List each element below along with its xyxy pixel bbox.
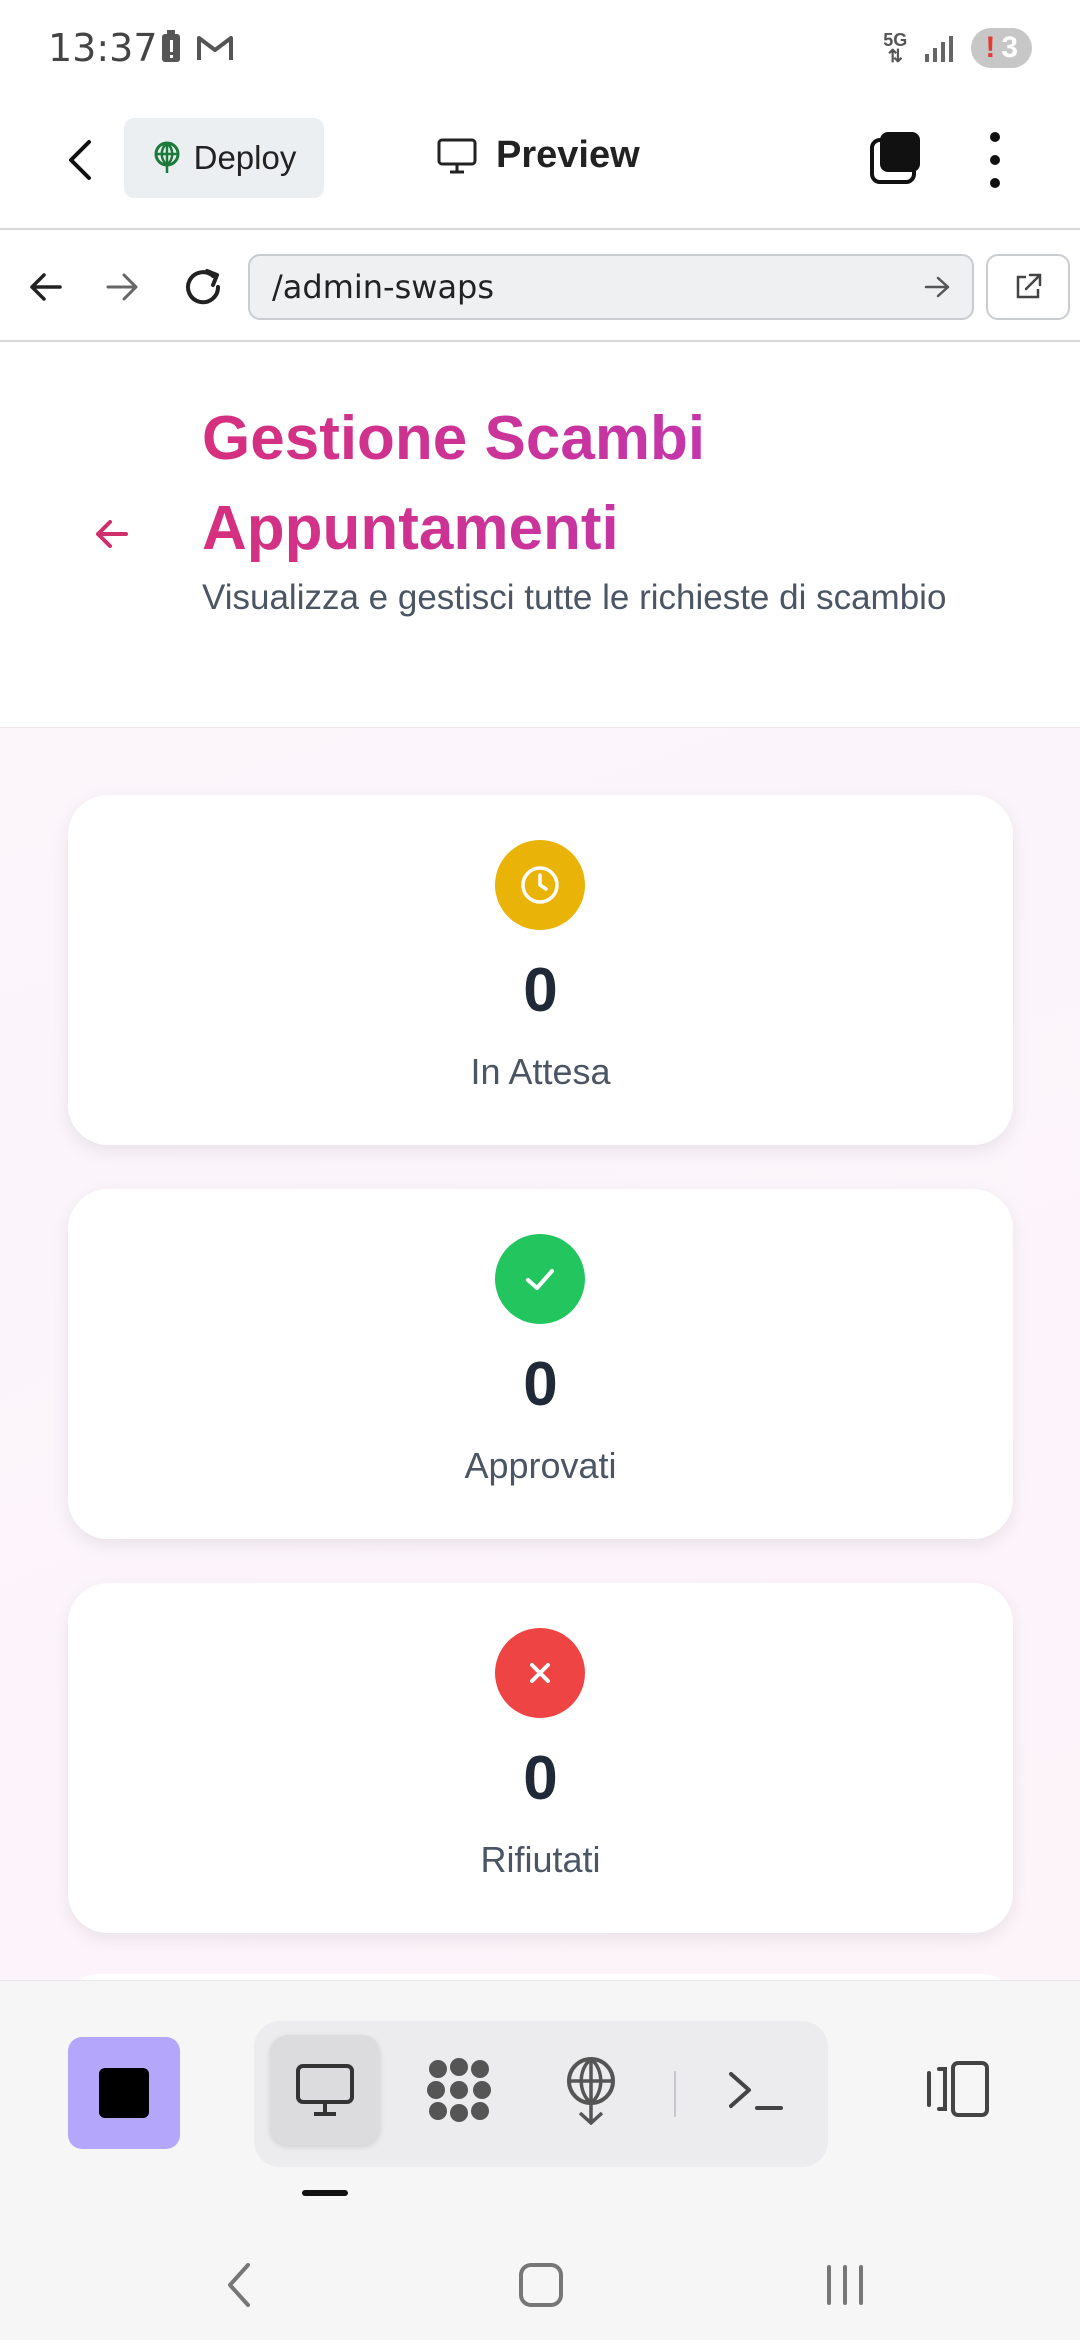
stat-value: 0 bbox=[523, 1350, 558, 1419]
check-icon bbox=[495, 1234, 585, 1324]
stat-value: 0 bbox=[523, 956, 558, 1025]
open-external-button[interactable] bbox=[986, 254, 1070, 320]
tabs-button[interactable] bbox=[866, 128, 926, 188]
preview-view-button[interactable] bbox=[270, 2035, 380, 2145]
graph-view-button[interactable] bbox=[404, 2035, 514, 2145]
stop-icon bbox=[99, 2068, 149, 2118]
app-back-button[interactable] bbox=[50, 130, 110, 190]
network-type: 5G ⇅ bbox=[883, 30, 908, 66]
stat-label: Approvati bbox=[464, 1445, 617, 1486]
more-options-button[interactable] bbox=[980, 128, 1010, 192]
arrow-left-icon bbox=[30, 273, 62, 301]
status-time: 13:37 bbox=[48, 26, 158, 70]
battery-alert-icon bbox=[162, 30, 180, 62]
preview-label: Preview bbox=[496, 134, 640, 176]
system-back-button[interactable] bbox=[204, 2250, 274, 2320]
home-square-icon bbox=[519, 2263, 563, 2307]
url-field[interactable]: /admin-swaps bbox=[248, 254, 974, 320]
notification-badge: ! 3 bbox=[971, 28, 1032, 68]
signal-icon bbox=[925, 36, 954, 62]
x-icon bbox=[495, 1628, 585, 1718]
page-header: Gestione Scambi Appuntamenti Visualizza … bbox=[0, 344, 1080, 728]
arrow-left-icon bbox=[96, 520, 128, 548]
tabs-icon bbox=[870, 132, 920, 184]
system-recents-button[interactable] bbox=[810, 2250, 880, 2320]
system-home-button[interactable] bbox=[506, 2250, 576, 2320]
url-text: /admin-swaps bbox=[272, 268, 495, 306]
browser-back-button[interactable] bbox=[18, 260, 72, 314]
go-arrow-icon[interactable] bbox=[924, 275, 952, 299]
reload-button[interactable] bbox=[176, 260, 230, 314]
chevron-left-icon bbox=[228, 2263, 250, 2307]
deploy-icon bbox=[567, 2057, 615, 2125]
page-title: Gestione Scambi Appuntamenti bbox=[202, 394, 1002, 574]
page-back-button[interactable] bbox=[90, 512, 134, 556]
stop-button[interactable] bbox=[68, 2037, 180, 2149]
device-frame-icon bbox=[927, 2061, 989, 2117]
device-toggle-button[interactable] bbox=[918, 2049, 998, 2129]
console-view-button[interactable] bbox=[700, 2035, 810, 2145]
reload-icon bbox=[186, 269, 221, 305]
deploy-button[interactable]: Deploy bbox=[124, 118, 324, 198]
deploy-label: Deploy bbox=[193, 139, 297, 176]
view-switcher bbox=[254, 2021, 828, 2167]
preview-title: Preview bbox=[436, 134, 640, 177]
page-content: Gestione Scambi Appuntamenti Visualizza … bbox=[0, 344, 1080, 1980]
recents-icon bbox=[827, 2265, 863, 2305]
stat-label: In Attesa bbox=[470, 1051, 611, 1092]
app-header: Deploy Preview bbox=[0, 100, 1080, 230]
external-link-icon bbox=[1016, 273, 1042, 299]
terminal-icon bbox=[729, 2072, 783, 2110]
arrow-right-icon bbox=[106, 273, 138, 301]
gmail-icon bbox=[197, 36, 233, 60]
system-navigation-bar bbox=[0, 2200, 1080, 2340]
stat-card-rejected: 0 Rifiutati bbox=[68, 1583, 1013, 1933]
bottom-toolbar bbox=[0, 1980, 1080, 2200]
monitor-icon bbox=[296, 2064, 354, 2116]
deploy-icon bbox=[154, 141, 180, 173]
stat-card-approved: 0 Approvati bbox=[68, 1189, 1013, 1539]
nodes-icon bbox=[427, 2058, 491, 2122]
active-tab-indicator bbox=[302, 2190, 348, 2196]
page-subtitle: Visualizza e gestisci tutte le richieste… bbox=[202, 578, 947, 617]
monitor-icon bbox=[437, 138, 477, 173]
clock-icon bbox=[495, 840, 585, 930]
stat-label: Rifiutati bbox=[480, 1839, 601, 1880]
status-bar: 13:37 5G ⇅ ! 3 bbox=[0, 0, 1080, 100]
browser-forward-button[interactable] bbox=[96, 260, 150, 314]
deploy-view-button[interactable] bbox=[536, 2035, 646, 2145]
browser-toolbar: /admin-swaps bbox=[0, 232, 1080, 342]
chevron-left-icon bbox=[69, 140, 91, 180]
stat-card-pending: 0 In Attesa bbox=[68, 795, 1013, 1145]
stat-value: 0 bbox=[523, 1744, 558, 1813]
